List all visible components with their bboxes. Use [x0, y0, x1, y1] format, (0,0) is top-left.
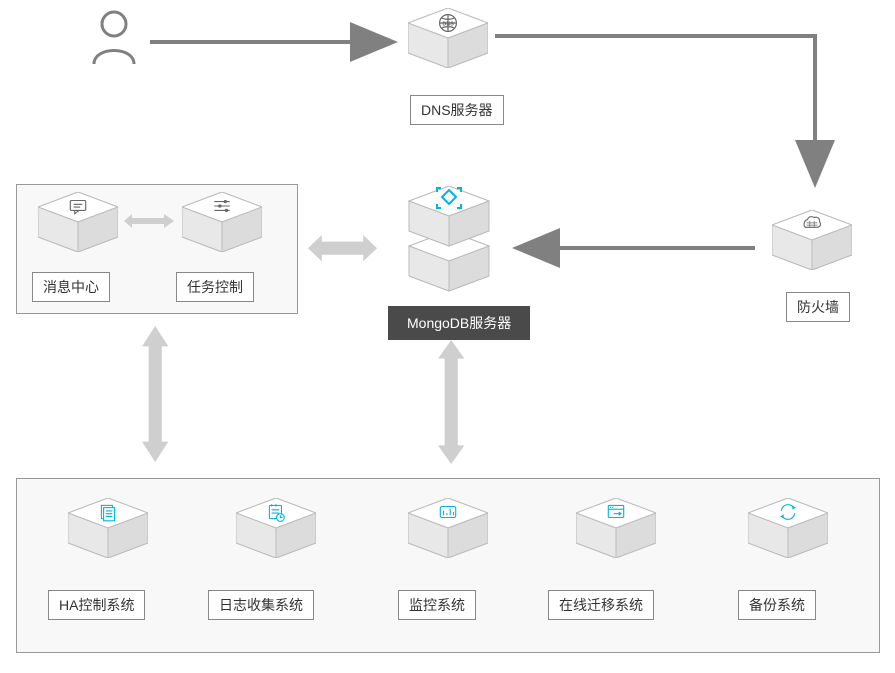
arrow-group-mongodb [308, 235, 378, 265]
arrow-mongodb-to-backend [438, 340, 468, 470]
message-center-label: 消息中心 [32, 272, 110, 302]
user-icon [90, 10, 138, 68]
mongodb-server-node [404, 186, 494, 296]
task-control-node [182, 192, 262, 252]
arrow-dns-to-firewall [495, 30, 835, 200]
mongodb-server-label: MongoDB服务器 [388, 306, 530, 340]
backup-node [748, 498, 828, 558]
arrow-msg-to-task [124, 214, 174, 228]
ha-control-node [68, 498, 148, 558]
arrow-firewall-to-mongodb [510, 242, 760, 254]
architecture-diagram: { "nodes": { "user": "用户", "dns": "DNS服务… [0, 0, 895, 673]
ha-control-label: HA控制系统 [48, 590, 145, 620]
firewall-label: 防火墙 [786, 292, 850, 322]
log-collect-label: 日志收集系统 [208, 590, 314, 620]
monitor-node [408, 498, 488, 558]
migrate-node [576, 498, 656, 558]
dns-server-node: DNS [408, 8, 488, 68]
svg-text:DNS: DNS [442, 21, 454, 27]
arrow-user-to-dns [150, 36, 400, 48]
dns-server-label: DNS服务器 [410, 95, 504, 125]
firewall-node [772, 210, 852, 270]
monitor-label: 监控系统 [398, 590, 476, 620]
migrate-label: 在线迁移系统 [548, 590, 654, 620]
message-center-node [38, 192, 118, 252]
task-control-label: 任务控制 [176, 272, 254, 302]
backup-label: 备份系统 [738, 590, 816, 620]
arrow-group-to-backend [142, 326, 172, 466]
log-collect-node [236, 498, 316, 558]
